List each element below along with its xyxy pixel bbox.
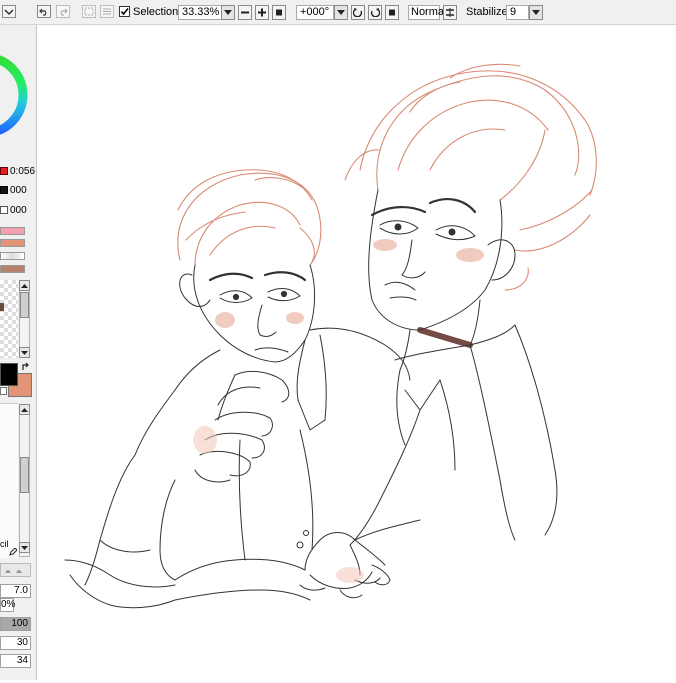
- minus-icon: [241, 11, 249, 14]
- square-icon: [389, 9, 395, 16]
- rotate-reset-button[interactable]: [385, 5, 399, 20]
- sketch-artwork: [64, 63, 597, 609]
- scroll-up-button[interactable]: [19, 280, 30, 291]
- value-field-2[interactable]: 30: [0, 636, 31, 650]
- chevron-down-icon: [224, 10, 232, 15]
- zoom-in-button[interactable]: [255, 5, 269, 20]
- zoom-reset-button[interactable]: [272, 5, 286, 20]
- rotate-right-icon: [370, 8, 380, 17]
- readout-value: 000: [10, 185, 27, 196]
- chevron-down-icon: [21, 350, 28, 355]
- stabilizer-label: Stabilizer: [466, 6, 512, 18]
- color-swatch-salmon[interactable]: [0, 239, 25, 247]
- color-swatch-white[interactable]: [0, 252, 25, 260]
- menu-dropdown-button[interactable]: [2, 5, 16, 18]
- zoom-field[interactable]: 33.33%: [178, 5, 222, 20]
- tool-list[interactable]: [0, 403, 18, 558]
- zoom-out-button[interactable]: [238, 5, 252, 20]
- deselect-button[interactable]: [82, 5, 96, 18]
- selection-checkbox[interactable]: [119, 6, 130, 17]
- red-indicator-icon: [0, 167, 8, 175]
- scroll-down-button[interactable]: [19, 542, 30, 553]
- scroll-thumb[interactable]: [20, 457, 29, 493]
- rotation-dropdown[interactable]: [334, 5, 348, 20]
- redo-icon: [60, 8, 68, 16]
- deselect-icon: [84, 7, 94, 16]
- rotate-left-icon: [353, 8, 363, 17]
- tool-label: cil: [0, 539, 9, 549]
- blend-mode-field[interactable]: Normal: [408, 5, 446, 20]
- primary-color-box[interactable]: [0, 363, 18, 386]
- square-icon: [276, 9, 282, 16]
- density-field[interactable]: 0%: [0, 598, 15, 612]
- scroll-up-button[interactable]: [19, 404, 30, 415]
- undo-icon: [39, 8, 47, 16]
- redo-button[interactable]: [56, 5, 70, 18]
- color-swatch-brown[interactable]: [0, 265, 25, 273]
- zoom-dropdown[interactable]: [221, 5, 235, 20]
- hair-lineart: [177, 63, 597, 291]
- chevron-up-icon: [21, 407, 28, 412]
- invert-selection-icon: [103, 8, 111, 15]
- scroll-down-button[interactable]: [19, 347, 30, 358]
- black-indicator-icon: [0, 186, 8, 194]
- stabilizer-field[interactable]: 9: [506, 5, 529, 20]
- value-slider-1[interactable]: 100: [0, 617, 31, 631]
- chevron-up-icon: [21, 283, 28, 288]
- flip-horizontal-button[interactable]: [443, 5, 457, 20]
- plus-icon: [258, 8, 266, 17]
- readout-value: 000: [10, 205, 27, 216]
- chevron-down-icon: [532, 10, 540, 15]
- color-swatch-pink[interactable]: [0, 227, 25, 235]
- swap-colors-icon[interactable]: [21, 362, 31, 372]
- chevron-down-icon: [4, 9, 14, 16]
- undo-button[interactable]: [37, 5, 51, 18]
- swatch-palette[interactable]: [0, 280, 18, 358]
- drawing-canvas[interactable]: [37, 25, 676, 680]
- white-indicator-icon: [0, 206, 8, 214]
- value-field-3[interactable]: 34: [0, 654, 31, 668]
- rotate-left-button[interactable]: [351, 5, 365, 20]
- invert-selection-button[interactable]: [100, 5, 114, 18]
- color-wheel[interactable]: [0, 30, 30, 140]
- rotate-right-button[interactable]: [368, 5, 382, 20]
- toolbar: Selection 33.33% +000° Normal Stabilizer…: [0, 0, 676, 25]
- checkmark-icon: [120, 7, 129, 16]
- stabilizer-dropdown[interactable]: [529, 5, 543, 20]
- rotation-field[interactable]: +000°: [296, 5, 334, 20]
- readout-value: 0:056: [10, 166, 36, 177]
- selection-label: Selection: [133, 6, 179, 18]
- transparent-color-box[interactable]: [0, 387, 7, 395]
- flip-icon: [446, 8, 454, 17]
- brush-shape-row[interactable]: [0, 563, 31, 577]
- chevron-down-icon: [337, 10, 345, 15]
- left-panel: 0:056 000 000 cil 7.0 0% 100 30 34: [0, 25, 37, 680]
- brush-shape-icon: [5, 570, 22, 573]
- scroll-thumb[interactable]: [20, 292, 29, 318]
- brush-size-field[interactable]: 7.0: [0, 584, 31, 598]
- swatch-chip[interactable]: [0, 303, 4, 311]
- pencil-icon: [9, 548, 17, 556]
- chevron-down-icon: [21, 545, 28, 550]
